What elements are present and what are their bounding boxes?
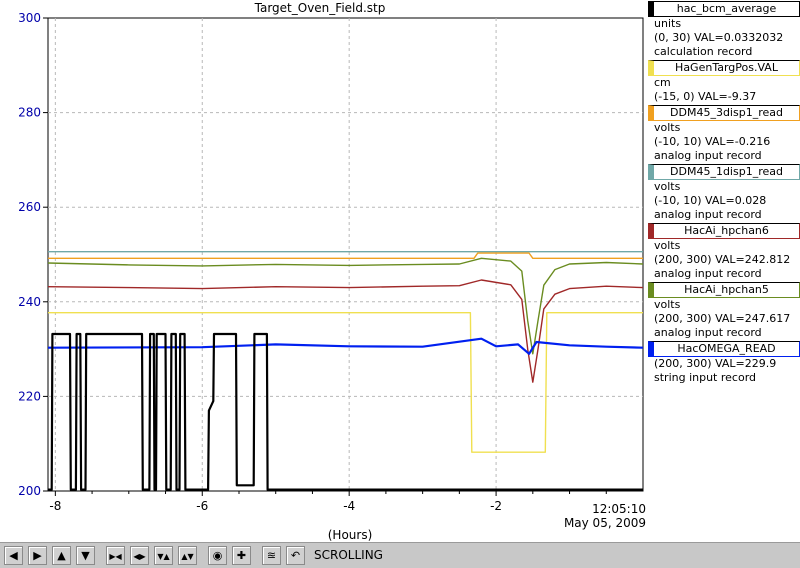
legend-panel: hac_bcm_average units (0, 30) VAL=0.033203…	[648, 0, 800, 385]
add-cursor-button[interactable]: ✚	[232, 546, 251, 565]
y-tick-label: 240	[18, 295, 41, 309]
legend-item-DDM45_1disp1_read[interactable]: DDM45_1disp1_read	[648, 164, 800, 180]
x-tick-label: -8	[49, 499, 61, 513]
legend-detail: (200, 300) VAL=247.617	[654, 312, 791, 325]
legend-detail: (200, 300) VAL=242.812	[654, 253, 791, 266]
zoom-in-horizontal-icon: ▶◀	[109, 552, 122, 561]
legend-detail: string input record	[654, 371, 757, 384]
legend-item-HaGenTargPos.VAL[interactable]: HaGenTargPos.VAL	[648, 60, 800, 76]
legend-detail: analog input record	[654, 149, 762, 162]
y-tick-label: 300	[18, 11, 41, 25]
scroll-right-button[interactable]: ▶	[28, 546, 47, 565]
legend-detail: volts	[654, 180, 681, 193]
legend-item-HacAi_hpchan5[interactable]: HacAi_hpchan5	[648, 282, 800, 298]
legend-detail: (-10, 10) VAL=-0.216	[654, 135, 771, 148]
timestamp: 12:05:10 May 05, 2009	[540, 502, 646, 530]
legend-detail: analog input record	[654, 326, 762, 339]
legend-detail: analog input record	[654, 208, 762, 221]
legend-detail: (0, 30) VAL=0.0332032	[654, 31, 784, 44]
legend-detail: analog input record	[654, 267, 762, 280]
zoom-out-horizontal-button[interactable]: ◀▶	[130, 546, 149, 565]
stagger-button[interactable]: ≊	[262, 546, 281, 565]
legend-item-hac_bcm_average[interactable]: hac_bcm_average	[648, 1, 800, 17]
chart-title: Target_Oven_Field.stp	[254, 1, 386, 15]
x-tick-label: -2	[490, 499, 502, 513]
y-tick-label: 260	[18, 200, 41, 214]
undo-button[interactable]: ↶	[286, 546, 305, 565]
target-icon: ◉	[212, 549, 223, 562]
stagger-icon: ≊	[266, 549, 277, 562]
zoom-in-horizontal-button[interactable]: ▶◀	[106, 546, 125, 565]
arrow-up-icon: ▲	[57, 549, 66, 562]
x-tick-label: -4	[343, 499, 355, 513]
legend-detail: volts	[654, 298, 681, 311]
arrow-right-icon: ▶	[33, 549, 42, 562]
trend-plot[interactable]: -8 -6 -4 -2 200 220 240 260 280 300	[0, 0, 648, 542]
legend-item-HacAi_hpchan6[interactable]: HacAi_hpchan6	[648, 223, 800, 239]
legend-item-DDM45_3disp1_read[interactable]: DDM45_3disp1_read	[648, 105, 800, 121]
legend-detail: cm	[654, 76, 671, 89]
legend-detail: calculation record	[654, 45, 753, 58]
x-axis-label: (Hours)	[327, 528, 373, 542]
arrow-left-icon: ◀	[9, 549, 18, 562]
zoom-out-horizontal-icon: ◀▶	[133, 552, 146, 561]
scroll-left-button[interactable]: ◀	[4, 546, 23, 565]
timestamp-time: 12:05:10	[592, 502, 646, 516]
legend-detail: (-15, 0) VAL=-9.37	[654, 90, 757, 103]
plus-icon: ✚	[236, 549, 247, 562]
legend-detail: units	[654, 17, 682, 30]
legend-detail: (-10, 10) VAL=0.028	[654, 194, 767, 207]
toolbar: SCROLLING ◀ ▶ ▲ ▼ ▶◀ ◀▶ ▼▲ ▲▼ ◉ ✚ ≊ ↶	[0, 542, 800, 568]
legend-item-HacOMEGA_READ[interactable]: HacOMEGA_READ	[648, 341, 800, 357]
legend-detail: volts	[654, 239, 681, 252]
undo-icon: ↶	[290, 549, 301, 562]
arrow-down-icon: ▼	[81, 549, 90, 562]
legend-detail: volts	[654, 121, 681, 134]
zoom-in-vertical-button[interactable]: ▼▲	[154, 546, 173, 565]
autozoom-button[interactable]: ◉	[208, 546, 227, 565]
zoom-out-vertical-icon: ▲▼	[181, 552, 194, 561]
zoom-out-vertical-button[interactable]: ▲▼	[178, 546, 197, 565]
y-tick-label: 200	[18, 484, 41, 498]
legend-detail: (200, 300) VAL=229.9	[654, 357, 777, 370]
x-tick-label: -6	[196, 499, 208, 513]
y-tick-label: 220	[18, 389, 41, 403]
scroll-up-button[interactable]: ▲	[52, 546, 71, 565]
y-tick-label: 280	[18, 106, 41, 120]
scroll-down-button[interactable]: ▼	[76, 546, 95, 565]
mode-status: SCROLLING	[314, 548, 383, 562]
zoom-in-vertical-icon: ▼▲	[157, 552, 170, 561]
timestamp-date: May 05, 2009	[563, 516, 646, 530]
